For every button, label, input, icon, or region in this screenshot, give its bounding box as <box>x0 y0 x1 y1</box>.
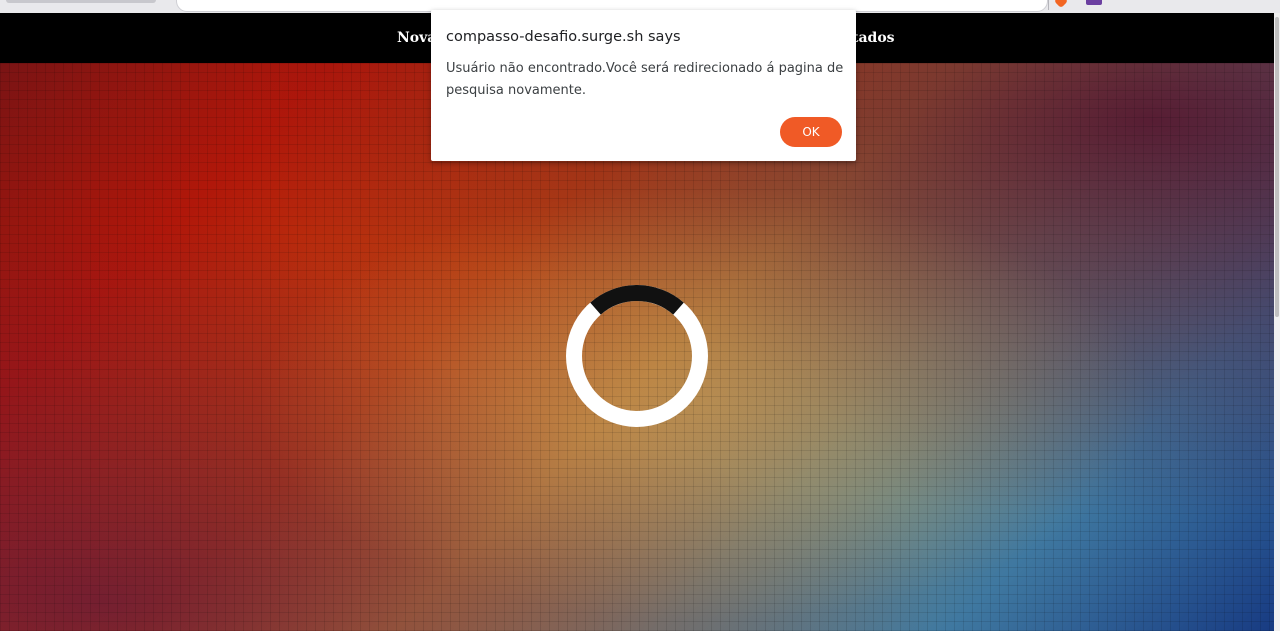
loading-spinner-icon <box>566 285 708 427</box>
dialog-message: Usuário não encontrado.Você será redirec… <box>446 61 844 98</box>
extension-icon[interactable] <box>1086 0 1102 5</box>
page-scrollbar[interactable] <box>1274 13 1280 631</box>
nav-link-resultados[interactable]: tados <box>852 30 895 46</box>
scrollbar-thumb[interactable] <box>1275 17 1279 317</box>
spinner-arc <box>590 285 684 315</box>
alert-dialog: compasso-desafio.surge.sh says Usuário n… <box>431 10 856 161</box>
brave-shield-icon[interactable] <box>1053 0 1069 9</box>
ok-button[interactable]: OK <box>780 117 842 147</box>
spinner-ring <box>566 285 708 427</box>
toolbar-divider <box>1048 0 1049 10</box>
browser-nav-buttons[interactable] <box>6 0 156 3</box>
dialog-origin-title: compasso-desafio.surge.sh says <box>446 29 681 45</box>
